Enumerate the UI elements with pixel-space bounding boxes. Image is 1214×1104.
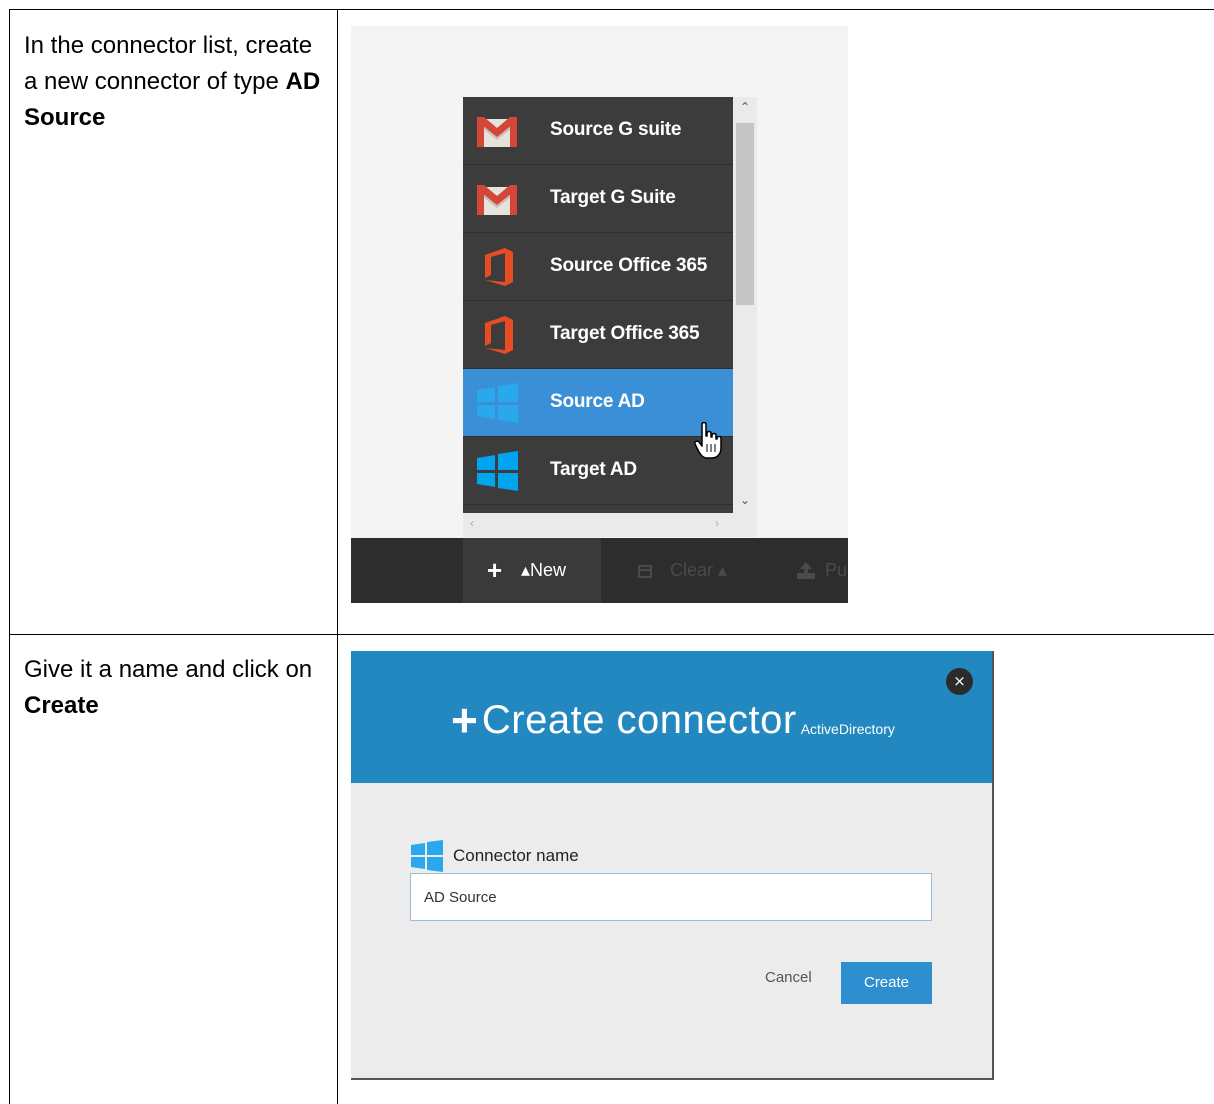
table-border-left xyxy=(9,9,10,1104)
scrollbar-thumb[interactable] xyxy=(736,123,754,305)
connector-name-input[interactable] xyxy=(410,873,932,921)
create-button[interactable]: Create xyxy=(841,962,932,1004)
dialog-title: + Create connector ActiveDirectory xyxy=(451,697,895,747)
menu-item-target-ad[interactable]: Target AD xyxy=(463,437,733,505)
plus-icon: + xyxy=(451,694,478,746)
scroll-down-icon[interactable]: ⌄ xyxy=(740,493,750,507)
table-border-top xyxy=(9,9,1214,10)
dialog-header: × + Create connector ActiveDirectory xyxy=(351,651,992,783)
menu-item-label: Target Office 365 xyxy=(550,323,700,344)
new-connector-button[interactable]: + ▴New xyxy=(463,538,601,603)
menu-item-target-office-365[interactable]: Target Office 365 xyxy=(463,301,733,369)
scroll-left-icon[interactable]: ‹ xyxy=(470,516,474,530)
scroll-up-icon[interactable]: ⌃ xyxy=(740,100,750,114)
new-button-label: ▴New xyxy=(521,560,567,580)
calendar-icon xyxy=(638,565,652,578)
office365-icon xyxy=(485,316,513,354)
menu-item-label: Target AD xyxy=(550,459,637,480)
scroll-right-icon[interactable]: › xyxy=(715,516,719,530)
gmail-icon xyxy=(477,117,517,147)
step-2-instruction: Give it a name and click on Create xyxy=(24,656,313,719)
close-button[interactable]: × xyxy=(946,668,973,695)
connector-type-menu: Source G suite Target G Suite Source Off… xyxy=(463,97,733,513)
plus-icon: + xyxy=(487,555,503,585)
menu-item-source-ad[interactable]: Source AD xyxy=(463,369,733,437)
cancel-button[interactable]: Cancel xyxy=(765,969,812,986)
horizontal-scrollbar[interactable]: ‹ › xyxy=(463,513,757,537)
table-column-divider xyxy=(337,9,338,1104)
upload-icon xyxy=(797,562,815,579)
connector-list-screenshot: Source G suite Target G Suite Source Off… xyxy=(351,26,848,603)
menu-item-source-g-suite[interactable]: Source G suite xyxy=(463,97,733,165)
hand-cursor-icon xyxy=(694,422,722,459)
menu-item-partial[interactable] xyxy=(463,505,733,513)
menu-item-label: Target G Suite xyxy=(550,187,676,208)
gmail-icon xyxy=(477,185,517,215)
vertical-scrollbar[interactable]: ⌃ ⌄ xyxy=(733,97,757,513)
dialog-title-text: Create connector xyxy=(481,698,797,742)
office365-icon xyxy=(485,248,513,286)
connector-name-label: Connector name xyxy=(453,846,579,865)
table-border-middle xyxy=(9,634,1214,635)
dialog-subtitle: ActiveDirectory xyxy=(800,721,895,737)
menu-item-label: Source G suite xyxy=(550,119,682,140)
step-1-instruction: In the connector list, create a new conn… xyxy=(24,32,321,131)
windows-icon xyxy=(411,840,443,872)
windows-icon xyxy=(477,383,518,423)
toolbar-third-button[interactable]: Pu xyxy=(825,560,847,581)
bottom-toolbar: + ▴New Clear ▴ Pu xyxy=(351,538,848,603)
windows-icon xyxy=(477,451,518,491)
clear-button[interactable]: Clear ▴ xyxy=(670,560,727,581)
create-connector-dialog-screenshot: × + Create connector ActiveDirectory Conne… xyxy=(351,651,994,1080)
create-emphasis: Create xyxy=(24,692,99,719)
menu-item-source-office-365[interactable]: Source Office 365 xyxy=(463,233,733,301)
menu-item-target-g-suite[interactable]: Target G Suite xyxy=(463,165,733,233)
menu-item-label: Source AD xyxy=(550,391,645,412)
menu-item-label: Source Office 365 xyxy=(550,255,708,276)
